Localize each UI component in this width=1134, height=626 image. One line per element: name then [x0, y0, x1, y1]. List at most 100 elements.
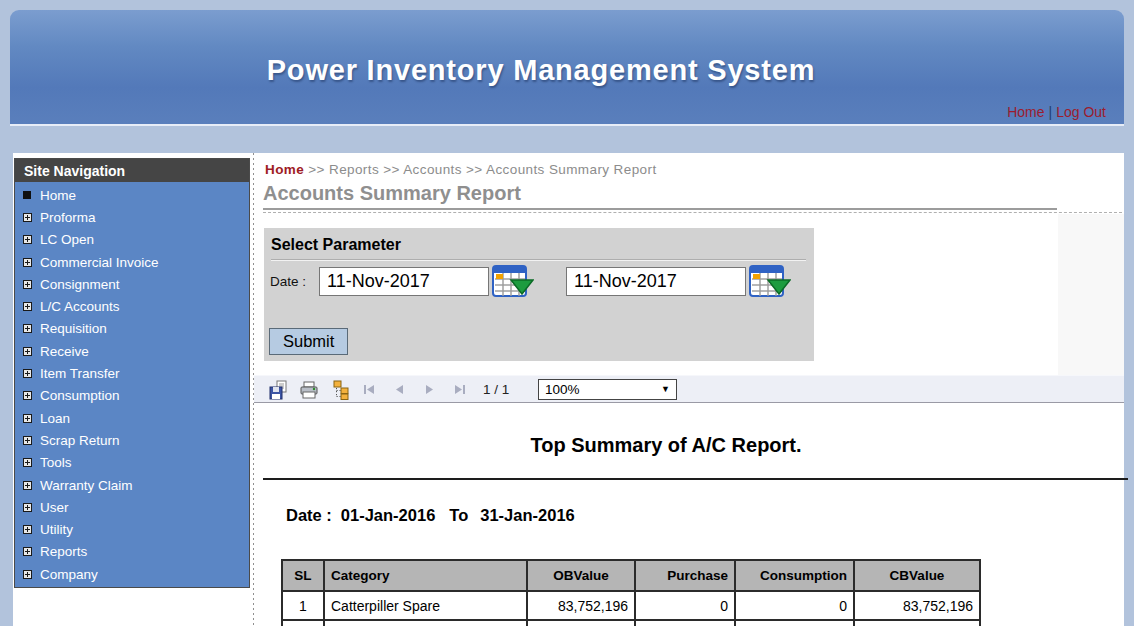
- table-cell: [282, 620, 324, 626]
- expand-plus-icon[interactable]: [23, 458, 32, 467]
- expand-plus-icon[interactable]: [23, 525, 32, 534]
- column-header: Consumption: [735, 560, 854, 591]
- print-icon[interactable]: [299, 380, 319, 400]
- next-page-icon[interactable]: [422, 383, 437, 396]
- previous-page-icon[interactable]: [392, 383, 407, 396]
- last-page-icon[interactable]: [452, 383, 467, 396]
- panel-title: Select Parameter: [271, 236, 806, 260]
- table-cell: [635, 620, 735, 626]
- sidebar-item-label: User: [40, 500, 69, 515]
- sidebar-item-label: Proforma: [40, 210, 96, 225]
- date-label: Date :: [270, 274, 306, 289]
- expand-plus-icon[interactable]: [23, 302, 32, 311]
- sidebar-item-label: LC Open: [40, 232, 94, 247]
- expand-plus-icon[interactable]: [23, 235, 32, 244]
- background-shade: [1058, 214, 1124, 375]
- sidebar-item-label: Consumption: [40, 388, 120, 403]
- calendar-icon[interactable]: [492, 265, 534, 298]
- column-header: SL: [282, 560, 324, 591]
- title-underline: [263, 208, 1057, 210]
- report-date-to-label: To: [449, 506, 468, 524]
- title-dashed-line: [263, 212, 1122, 213]
- calendar-icon[interactable]: [749, 265, 791, 298]
- expand-plus-icon[interactable]: [23, 481, 32, 490]
- expand-plus-icon[interactable]: [23, 369, 32, 378]
- date-from-input[interactable]: [319, 267, 489, 296]
- logout-link[interactable]: Log Out: [1056, 104, 1106, 120]
- sidebar-item-label: Requisition: [40, 321, 107, 336]
- sidebar-item-company[interactable]: Company: [15, 563, 249, 585]
- sidebar-item-lc-open[interactable]: LC Open: [15, 229, 249, 251]
- table-row: 1Catterpiller Spare83,752,1960083,752,19…: [282, 591, 980, 620]
- table-cell: 0: [735, 591, 854, 620]
- sidebar-item-warranty-claim[interactable]: Warranty Claim: [15, 474, 249, 496]
- sidebar-item-consumption[interactable]: Consumption: [15, 385, 249, 407]
- sidebar-item-scrap-return[interactable]: Scrap Return: [15, 429, 249, 451]
- sidebar-item-item-transfer[interactable]: Item Transfer: [15, 362, 249, 384]
- header-banner: Power Inventory Management System Home|L…: [10, 10, 1124, 126]
- report-table-body: 1Catterpiller Spare83,752,1960083,752,19…: [282, 591, 980, 626]
- sidebar-item-label: Tools: [40, 455, 72, 470]
- zoom-select[interactable]: 100% ▼: [538, 379, 677, 400]
- sidebar-item-l-c-accounts[interactable]: L/C Accounts: [15, 295, 249, 317]
- site-navigation-panel: Site Navigation HomeProformaLC OpenComme…: [14, 158, 250, 588]
- expand-plus-icon[interactable]: [23, 547, 32, 556]
- sidebar-menu: Home Proforma LC Open Commercial Invoice Con…: [15, 182, 249, 587]
- expand-plus-icon[interactable]: [23, 436, 32, 445]
- column-header: OBValue: [527, 560, 635, 591]
- sidebar-item-label: Loan: [40, 411, 70, 426]
- home-link[interactable]: Home: [1007, 104, 1044, 120]
- column-header: Purchase: [635, 560, 735, 591]
- first-page-icon[interactable]: [362, 383, 377, 396]
- sidebar-item-user[interactable]: User: [15, 496, 249, 518]
- sidebar-item-home[interactable]: Home: [15, 184, 249, 206]
- breadcrumb-home[interactable]: Home: [265, 162, 304, 177]
- expand-plus-icon[interactable]: [23, 570, 32, 579]
- report-date-label: Date :: [286, 506, 332, 524]
- zoom-value: 100%: [545, 382, 580, 397]
- date-to-input[interactable]: [566, 267, 746, 296]
- group-tree-icon[interactable]: [331, 380, 351, 400]
- sidebar-item-label: Home: [40, 188, 76, 203]
- column-header: Category: [324, 560, 527, 591]
- expand-plus-icon[interactable]: [23, 391, 32, 400]
- sidebar-item-label: Consignment: [40, 277, 120, 292]
- expand-plus-icon[interactable]: [23, 324, 32, 333]
- app-title: Power Inventory Management System: [10, 54, 1124, 87]
- expand-plus-icon[interactable]: [23, 213, 32, 222]
- sidebar-item-label: Company: [40, 567, 98, 582]
- report-heading-underline: [263, 478, 1128, 480]
- table-cell: 83,752,196: [854, 591, 980, 620]
- table-cell: [854, 620, 980, 626]
- sidebar-item-reports[interactable]: Reports: [15, 541, 249, 563]
- expand-plus-icon[interactable]: [23, 414, 32, 423]
- breadcrumb: Home >> Reports >> Accounts >> Accounts …: [265, 162, 657, 177]
- sidebar-item-tools[interactable]: Tools: [15, 452, 249, 474]
- sidebar-item-loan[interactable]: Loan: [15, 407, 249, 429]
- sidebar-item-proforma[interactable]: Proforma: [15, 206, 249, 228]
- zoom-dropdown-arrow-icon: ▼: [661, 384, 670, 394]
- table-cell: [527, 620, 635, 626]
- export-icon[interactable]: [268, 380, 288, 400]
- table-cell: 0: [635, 591, 735, 620]
- page-indicator: 1 / 1: [483, 382, 509, 397]
- page-title: Accounts Summary Report: [263, 182, 521, 205]
- sidebar-item-commercial-invoice[interactable]: Commercial Invoice: [15, 251, 249, 273]
- expand-plus-icon[interactable]: [23, 280, 32, 289]
- main-area: Home >> Reports >> Accounts >> Accounts …: [254, 153, 1124, 626]
- application-window: Power Inventory Management System Home|L…: [0, 0, 1134, 626]
- expand-plus-icon[interactable]: [23, 258, 32, 267]
- table-cell: 1: [282, 591, 324, 620]
- sidebar-item-label: Item Transfer: [40, 366, 120, 381]
- submit-button[interactable]: Submit: [269, 328, 348, 355]
- expand-plus-icon[interactable]: [23, 347, 32, 356]
- sidebar-item-utility[interactable]: Utility: [15, 518, 249, 540]
- expand-plus-icon[interactable]: [23, 503, 32, 512]
- link-separator: |: [1045, 104, 1057, 120]
- table-cell: [324, 620, 527, 626]
- sidebar-item-consignment[interactable]: Consignment: [15, 273, 249, 295]
- sidebar-item-receive[interactable]: Receive: [15, 340, 249, 362]
- sidebar-item-requisition[interactable]: Requisition: [15, 318, 249, 340]
- report-table-header-row: SLCategoryOBValuePurchaseConsumptionCBVa…: [282, 560, 980, 591]
- sidebar-item-label: Warranty Claim: [40, 478, 133, 493]
